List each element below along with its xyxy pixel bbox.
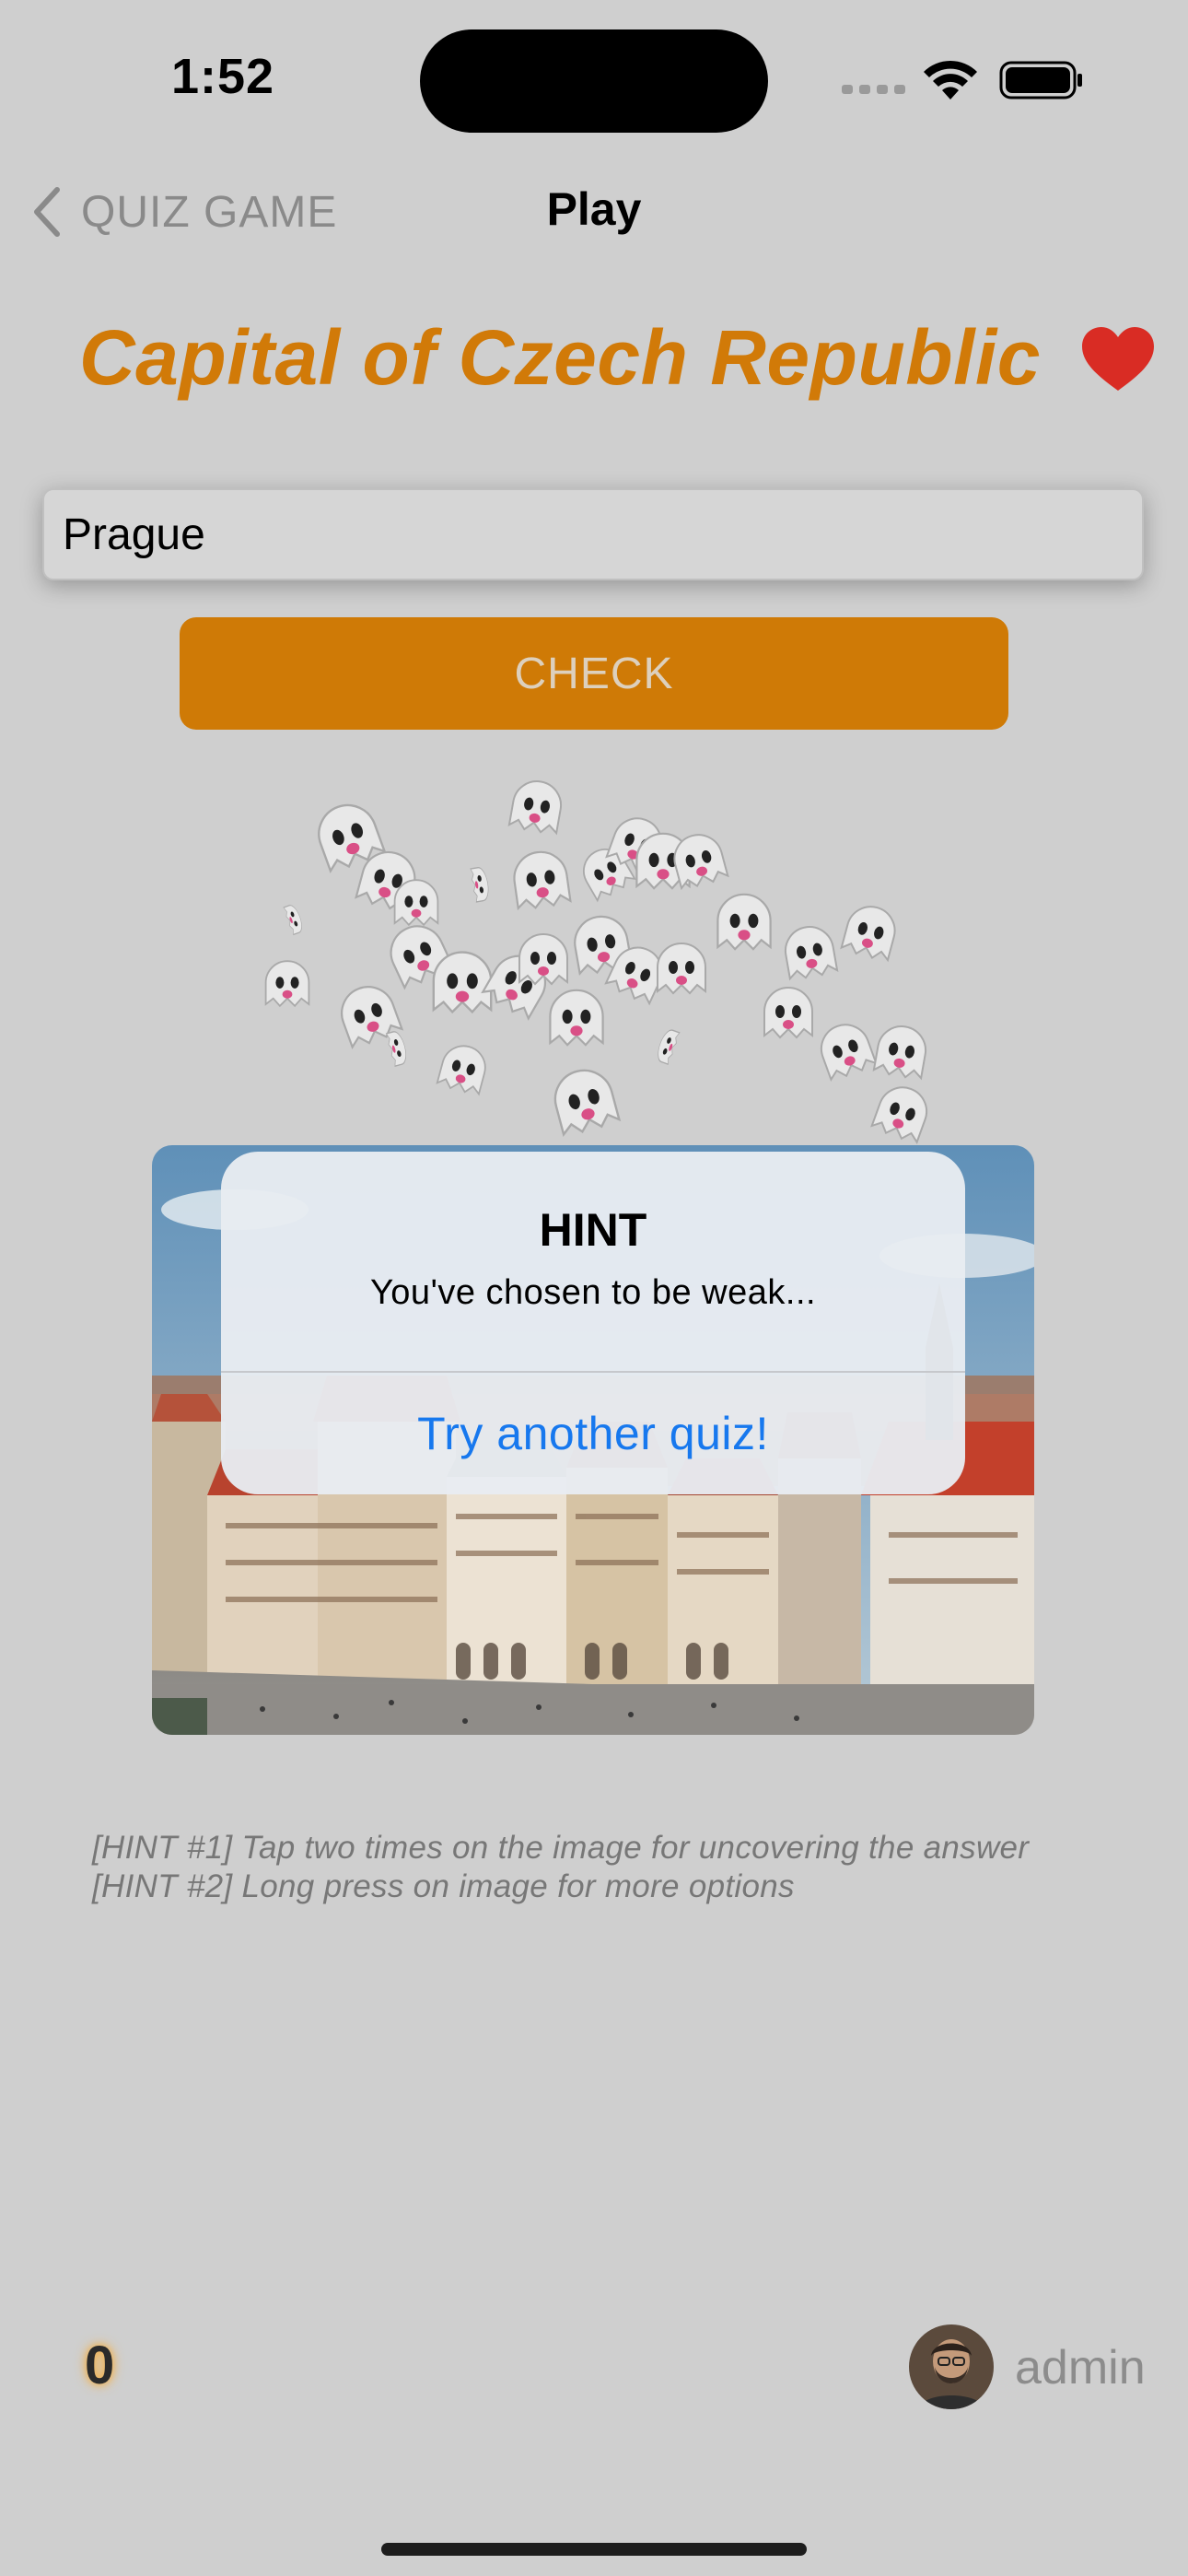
cellular-signal-icon	[842, 85, 905, 94]
status-time: 1:52	[171, 49, 275, 104]
alert-title: HINT	[539, 1204, 647, 1256]
hint-text-2: [HINT #2] Long press on image for more o…	[92, 1868, 795, 1904]
username: admin	[1015, 2341, 1146, 2395]
home-indicator[interactable]	[381, 2543, 807, 2556]
dynamic-island	[420, 29, 768, 133]
hint-alert: HINT You've chosen to be weak... Try ano…	[221, 1152, 965, 1494]
ghost-confetti	[264, 776, 935, 1145]
hint-text-1: [HINT #1] Tap two times on the image for…	[92, 1830, 1030, 1866]
try-another-quiz-button[interactable]: Try another quiz!	[221, 1373, 965, 1494]
score-counter: 0	[85, 2336, 115, 2395]
battery-icon	[999, 61, 1082, 100]
heart-icon[interactable]	[1079, 324, 1157, 394]
answer-input[interactable]	[42, 488, 1144, 580]
wifi-icon	[924, 60, 977, 100]
question-title: Capital of Czech Republic	[79, 314, 1041, 401]
avatar[interactable]	[909, 2324, 994, 2409]
nav-title: Play	[546, 183, 642, 235]
alert-message: You've chosen to be weak...	[369, 1273, 817, 1312]
check-button[interactable]: CHECK	[180, 617, 1008, 730]
